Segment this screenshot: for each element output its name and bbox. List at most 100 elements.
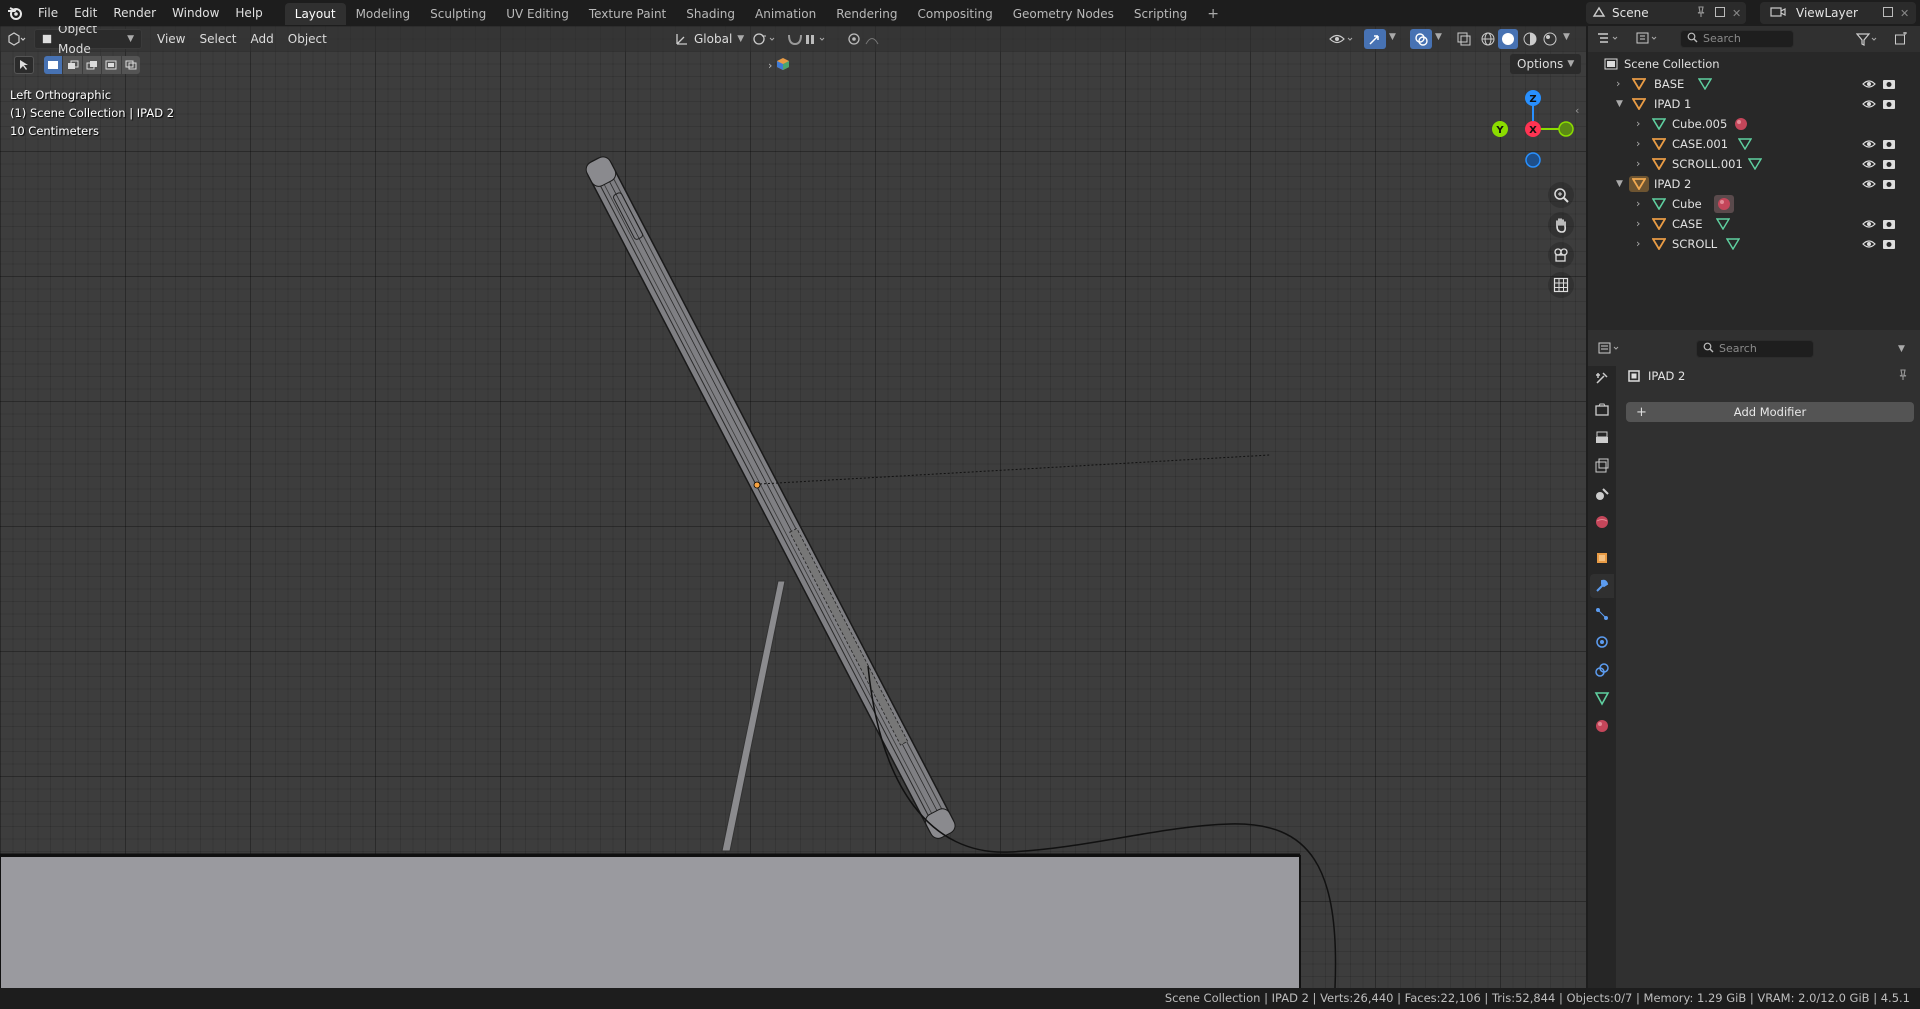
sidebar-toggle-icon[interactable]: ‹ [1575,104,1579,117]
camera-render-icon[interactable] [1882,158,1896,170]
axis-y-positive [1558,121,1574,137]
tab-texture-paint[interactable]: Texture Paint [579,3,676,25]
filter-icon[interactable] [1855,32,1880,49]
delete-view-layer-icon[interactable]: ✕ [1900,7,1909,20]
empty-object-icon [1652,238,1666,250]
menu-edit[interactable]: Edit [66,0,105,26]
outliner-item-scroll[interactable]: › SCROLL [1636,234,1916,254]
outliner-item-scroll-001[interactable]: › SCROLL.001 [1636,154,1916,174]
camera-render-icon[interactable] [1882,78,1896,90]
camera-view-button[interactable] [1548,242,1574,268]
chevron-down-icon[interactable]: ▼ [1898,344,1905,354]
add-workspace-icon[interactable]: + [1197,3,1229,25]
grid-icon [1553,277,1569,293]
tab-geometry-nodes[interactable]: Geometry Nodes [1003,3,1124,25]
camera-render-icon[interactable] [1882,138,1896,150]
camera-render-icon[interactable] [1882,238,1896,250]
mesh-data-icon [1748,158,1762,170]
expand-arrow-icon[interactable]: › [1616,74,1620,94]
tab-shading[interactable]: Shading [676,3,745,25]
properties-search-input[interactable]: Search [1696,340,1814,358]
new-scene-icon[interactable] [1714,6,1726,21]
add-modifier-button[interactable]: + Add Modifier [1626,402,1914,422]
properties-editor-icon[interactable] [1598,341,1624,358]
new-view-layer-icon[interactable] [1882,6,1894,21]
outliner-search-input[interactable]: Search [1680,30,1794,48]
eye-icon[interactable] [1862,158,1876,170]
properties-editor[interactable]: Search ▼ IPAD 2 + Add Modifier [1588,336,1920,988]
tab-physics-icon[interactable] [1594,634,1610,653]
eye-icon[interactable] [1862,238,1876,250]
tab-modifier-icon[interactable] [1590,574,1614,598]
collapse-arrow-icon[interactable]: ▼ [1616,94,1623,114]
scene-selector[interactable]: Scene ✕ [1586,2,1746,24]
tab-compositing[interactable]: Compositing [907,3,1002,25]
new-collection-icon[interactable] [1894,31,1908,49]
3d-viewport[interactable]: Object Mode ▼ View Select Add Object Glo… [0,26,1586,988]
outliner-item-ipad-2[interactable]: ▼ IPAD 2 [1616,174,1916,194]
tab-animation[interactable]: Animation [745,3,826,25]
scene-name[interactable]: Scene [1612,6,1649,20]
material-icon [1718,198,1730,210]
tab-scripting[interactable]: Scripting [1124,3,1197,25]
blender-logo-icon[interactable] [0,0,30,26]
outliner-item-ipad-1[interactable]: ▼ IPAD 1 [1616,94,1916,114]
outliner-root-label: Scene Collection [1624,57,1720,71]
outliner-item-base[interactable]: › BASE [1616,74,1916,94]
empty-object-icon [1652,218,1666,230]
tab-uv-editing[interactable]: UV Editing [496,3,579,25]
outliner-editor-icon[interactable] [1596,31,1622,48]
pin-icon[interactable] [1898,368,1908,384]
tab-output-icon[interactable] [1594,430,1610,449]
expand-arrow-icon[interactable]: › [1636,114,1640,134]
collapse-arrow-icon[interactable]: ▼ [1616,174,1623,194]
camera-render-icon[interactable] [1882,98,1896,110]
menu-help[interactable]: Help [227,0,270,26]
menu-render[interactable]: Render [105,0,164,26]
outliner-item-cube[interactable]: › Cube [1636,194,1916,214]
expand-arrow-icon[interactable]: › [1636,134,1640,154]
tab-modeling[interactable]: Modeling [346,3,421,25]
expand-arrow-icon[interactable]: › [1636,214,1640,234]
navigation-gizmo[interactable]: Z Y X [1488,84,1578,174]
eye-icon[interactable] [1862,218,1876,230]
eye-icon[interactable] [1862,78,1876,90]
view-layer-selector[interactable]: ViewLayer ✕ [1760,2,1916,24]
tab-constraints-icon[interactable] [1594,662,1610,681]
tab-layout[interactable]: Layout [284,3,346,25]
tab-sculpting[interactable]: Sculpting [420,3,496,25]
tab-material-icon[interactable] [1594,718,1610,737]
expand-arrow-icon[interactable]: › [1636,234,1640,254]
outliner-item-case-001[interactable]: › CASE.001 [1636,134,1916,154]
eye-icon[interactable] [1862,178,1876,190]
menu-window[interactable]: Window [164,0,227,26]
outliner[interactable]: Search Scene Collection › BASE ▼ IPAD 1 … [1588,26,1920,330]
outliner-root-row[interactable]: Scene Collection [1604,54,1720,74]
tab-data-icon[interactable] [1594,690,1610,709]
display-mode-icon[interactable] [1636,31,1662,48]
view-layer-name[interactable]: ViewLayer [1796,6,1858,20]
eye-icon[interactable] [1862,138,1876,150]
tab-object-icon[interactable] [1594,550,1610,569]
camera-render-icon[interactable] [1882,178,1896,190]
tab-render-icon[interactable] [1594,402,1610,421]
tab-rendering[interactable]: Rendering [826,3,907,25]
expand-arrow-icon[interactable]: › [1636,194,1640,214]
expand-arrow-icon[interactable]: › [1636,154,1640,174]
eye-icon[interactable] [1862,98,1876,110]
zoom-view-button[interactable] [1548,182,1574,208]
delete-scene-icon[interactable]: ✕ [1732,7,1741,20]
tab-view-layer-icon[interactable] [1594,458,1610,477]
pan-view-button[interactable] [1548,212,1574,238]
outliner-search-placeholder: Search [1703,32,1741,45]
orthographic-toggle-button[interactable] [1548,272,1574,298]
menu-file[interactable]: File [30,0,66,26]
pin-icon[interactable] [1696,5,1706,21]
tab-world-icon[interactable] [1594,514,1610,533]
tab-tool-icon[interactable] [1594,370,1610,389]
outliner-item-case[interactable]: › CASE [1636,214,1916,234]
outliner-item-cube-005[interactable]: › Cube.005 [1636,114,1916,134]
camera-render-icon[interactable] [1882,218,1896,230]
tab-particles-icon[interactable] [1594,606,1610,625]
tab-scene-icon[interactable] [1594,486,1610,505]
